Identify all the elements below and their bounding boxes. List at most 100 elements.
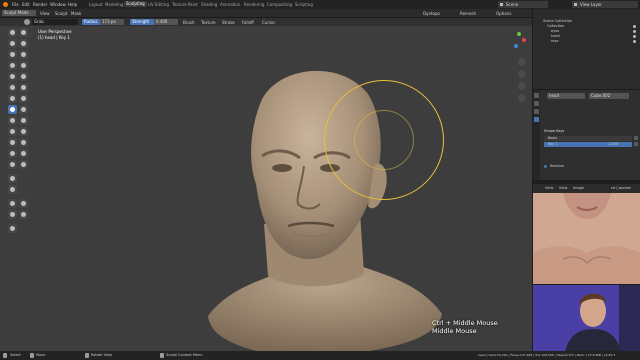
tool-tab-icon[interactable]	[534, 93, 539, 98]
tab-compositing[interactable]: Compositing	[267, 2, 292, 7]
flatten-brush-icon[interactable]	[19, 72, 28, 81]
mask-menu[interactable]: Mask	[71, 11, 81, 16]
draw-face-sets-icon[interactable]	[19, 160, 28, 169]
tab-texture-paint[interactable]: Texture Paint	[172, 2, 198, 7]
image-menu[interactable]: Image	[573, 186, 584, 191]
pose-brush-icon[interactable]	[8, 127, 17, 136]
crease-brush-icon[interactable]	[19, 61, 28, 70]
object-field[interactable]: head	[547, 93, 585, 99]
options-menu[interactable]: Options	[496, 11, 511, 16]
draw-sharp-brush-icon[interactable]	[19, 28, 28, 37]
tab-sculpting[interactable]: Sculpting	[124, 1, 147, 7]
visibility-eye-icon[interactable]	[633, 40, 636, 43]
multiplane-scrape-brush-icon[interactable]	[19, 94, 28, 103]
box-hide-icon[interactable]	[8, 185, 17, 194]
blob-brush-icon[interactable]	[8, 61, 17, 70]
stroke-menu[interactable]: Stroke	[222, 20, 235, 25]
tab-animation[interactable]: Animation	[220, 2, 240, 7]
mode-selector[interactable]: Sculpt Mode	[2, 10, 36, 16]
scrape-brush-icon[interactable]	[19, 83, 28, 92]
add-shape-key-icon[interactable]	[634, 136, 638, 140]
mesh-data-tab-icon[interactable]	[534, 117, 539, 122]
cloth-brush-icon[interactable]	[19, 149, 28, 158]
tab-shading[interactable]: Shading	[201, 2, 217, 7]
smooth-brush-icon[interactable]	[8, 72, 17, 81]
snake-hook-brush-icon[interactable]	[8, 116, 17, 125]
brush-icon[interactable]	[24, 19, 30, 25]
menu-render[interactable]: Render	[33, 2, 47, 7]
remesh-menu[interactable]: Remesh	[460, 11, 476, 16]
transform-tool-icon[interactable]	[19, 210, 28, 219]
menu-window[interactable]: Window	[50, 2, 66, 7]
grab-brush-icon[interactable]	[8, 105, 17, 114]
simplify-brush-icon[interactable]	[8, 149, 17, 158]
3d-viewport[interactable]: User Perspective (1) head | Key 1 Ctrl +…	[0, 26, 532, 351]
image-name[interactable]: ctrl_woman	[611, 186, 631, 191]
clay-brush-icon[interactable]	[8, 39, 17, 48]
brush-name-field[interactable]: Grab	[32, 19, 78, 25]
menu-help[interactable]: Help	[68, 2, 77, 7]
x-axis-icon[interactable]	[522, 38, 526, 42]
falloff-menu[interactable]: Falloff	[242, 20, 254, 25]
draw-brush-icon[interactable]	[8, 28, 17, 37]
nudge-brush-icon[interactable]	[19, 127, 28, 136]
shape-keys-header[interactable]: Shape Keys	[544, 129, 564, 134]
camera-view-icon[interactable]	[518, 82, 526, 90]
visibility-eye-icon[interactable]	[633, 30, 636, 33]
move-tool-icon[interactable]	[8, 199, 17, 208]
tab-modeling[interactable]: Modeling	[105, 2, 123, 7]
tab-uv-editing[interactable]: UV Editing	[148, 2, 169, 7]
perspective-toggle-icon[interactable]	[518, 94, 526, 102]
view-menu[interactable]: View	[40, 11, 50, 16]
pinch-brush-icon[interactable]	[8, 94, 17, 103]
y-axis-icon[interactable]	[517, 32, 521, 36]
shape-key-value[interactable]: 1.000	[608, 142, 618, 147]
rotate-brush-icon[interactable]	[8, 138, 17, 147]
elastic-deform-brush-icon[interactable]	[19, 105, 28, 114]
tab-scripting[interactable]: Scripting	[295, 2, 313, 7]
shape-key-row[interactable]: Key 1 1.000	[544, 142, 632, 147]
inflate-brush-icon[interactable]	[19, 50, 28, 59]
visibility-eye-icon[interactable]	[633, 35, 636, 38]
navigation-gizmo[interactable]	[508, 32, 528, 52]
sculpt-menu[interactable]: Sculpt	[55, 11, 68, 16]
remove-shape-key-icon[interactable]	[634, 142, 638, 146]
texture-menu[interactable]: Texture	[201, 20, 216, 25]
object-tab-icon[interactable]	[534, 109, 539, 114]
rotate-tool-icon[interactable]	[19, 199, 28, 208]
mask-brush-icon[interactable]	[8, 160, 17, 169]
view-layer-icon	[574, 3, 577, 6]
fill-brush-icon[interactable]	[8, 83, 17, 92]
slide-relax-brush-icon[interactable]	[19, 138, 28, 147]
annotate-tool-icon[interactable]	[8, 224, 17, 233]
brush-menu[interactable]: Brush	[183, 20, 195, 25]
mode-label: Sculpt Mode	[4, 10, 29, 15]
scale-tool-icon[interactable]	[8, 210, 17, 219]
mesh-field[interactable]: Cube.002	[589, 93, 629, 99]
cursor-menu[interactable]: Cursor	[262, 20, 275, 25]
relative-checkbox[interactable]	[544, 165, 547, 168]
menu-edit[interactable]: Edit	[22, 2, 30, 7]
visibility-eye-icon[interactable]	[633, 25, 636, 28]
dyntopo-menu[interactable]: Dyntopo	[423, 11, 440, 16]
render-tab-icon[interactable]	[534, 101, 539, 106]
tab-rendering[interactable]: Rendering	[244, 2, 264, 7]
outliner-item-max[interactable]: max	[551, 39, 559, 44]
scene-selector[interactable]: Scene	[498, 1, 548, 8]
pan-hand-icon[interactable]	[518, 70, 526, 78]
zoom-icon[interactable]	[518, 58, 526, 66]
clay-strips-brush-icon[interactable]	[19, 39, 28, 48]
shape-key-row[interactable]: Basis	[544, 136, 632, 141]
menu-file[interactable]: File	[12, 2, 19, 7]
image-view-menu[interactable]: View	[545, 186, 553, 191]
layer-brush-icon[interactable]	[8, 50, 17, 59]
box-mask-icon[interactable]	[8, 174, 17, 183]
strength-field[interactable]: 0.400	[154, 19, 178, 25]
image-view-menu-2[interactable]: View	[559, 186, 567, 191]
blender-logo-icon[interactable]	[3, 2, 8, 7]
z-axis-icon[interactable]	[514, 44, 518, 48]
radius-field[interactable]: 173 px	[100, 19, 124, 25]
thumb-brush-icon[interactable]	[19, 116, 28, 125]
tab-layout[interactable]: Layout	[89, 2, 103, 7]
view-layer-selector[interactable]: View Layer	[572, 1, 638, 8]
